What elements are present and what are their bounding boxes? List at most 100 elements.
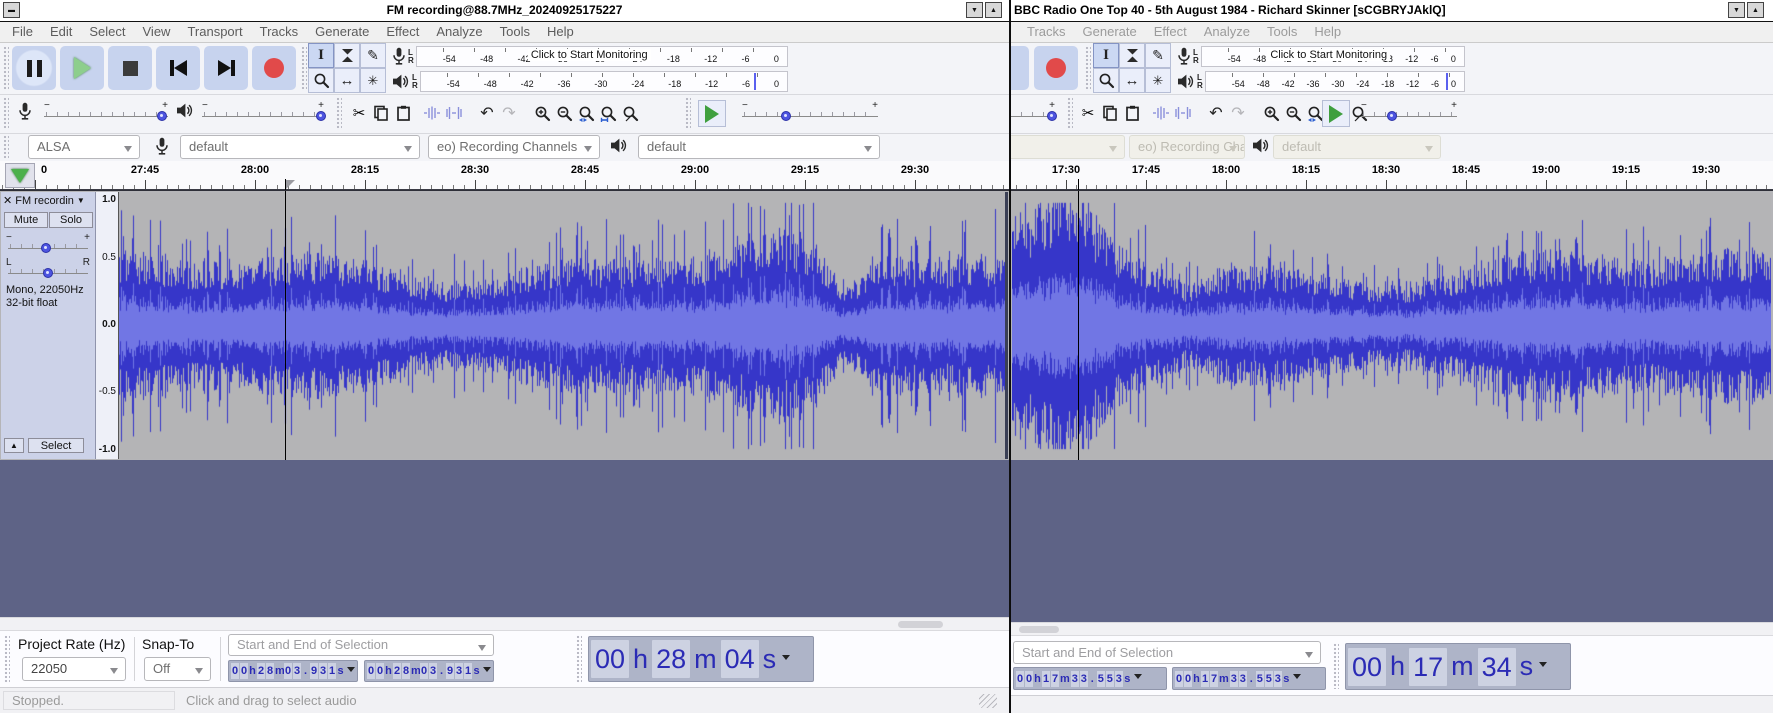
selection-end-field[interactable]: 00h17m33.553s bbox=[1172, 667, 1326, 690]
audio-host-dropdown[interactable]: ALSA bbox=[28, 135, 140, 159]
menu-item-transport[interactable]: Transport bbox=[187, 22, 242, 42]
selection-format-dropdown[interactable]: Start and End of Selection bbox=[1013, 641, 1321, 664]
cut-button[interactable]: ✂ bbox=[1077, 102, 1099, 124]
toolbar-grabber[interactable] bbox=[336, 97, 342, 130]
record-button[interactable] bbox=[252, 46, 296, 90]
toolbar-grabber[interactable] bbox=[1067, 97, 1073, 130]
toolbar-grabber[interactable] bbox=[1333, 643, 1339, 689]
vertical-scale-ruler[interactable]: 1.0 0.5 0.0 -0.5 -1.0 bbox=[96, 192, 119, 459]
time-digit[interactable]: 7 bbox=[1210, 670, 1218, 687]
time-digit[interactable]: 3 bbox=[455, 663, 463, 679]
empty-track-space-right[interactable] bbox=[1009, 460, 1773, 622]
time-digit[interactable]: 1 bbox=[1042, 670, 1050, 687]
toolbar-grabber[interactable] bbox=[4, 635, 10, 683]
time-digit[interactable]: 5 bbox=[1255, 670, 1264, 687]
undo-button[interactable]: ↶ bbox=[1205, 102, 1227, 124]
time-digit[interactable]: 0 bbox=[420, 663, 428, 679]
menu-item-help[interactable]: Help bbox=[547, 22, 574, 42]
timeshift-tool-button[interactable]: ↔ bbox=[334, 68, 360, 93]
toolbar-grabber[interactable] bbox=[685, 97, 691, 130]
menu-item-analyze[interactable]: Analyze bbox=[436, 22, 482, 42]
menu-item-edit[interactable]: Edit bbox=[50, 22, 72, 42]
slider-thumb[interactable] bbox=[315, 111, 326, 121]
time-digit[interactable]: 9 bbox=[310, 663, 318, 679]
time-format-chevron-icon[interactable] bbox=[1133, 674, 1142, 683]
menu-item-view[interactable]: View bbox=[143, 22, 171, 42]
stop-button[interactable] bbox=[108, 46, 152, 90]
time-format-chevron-icon[interactable] bbox=[483, 666, 491, 676]
monitor-label[interactable]: Click to Start Monitoring bbox=[1267, 49, 1391, 61]
menu-item-tools[interactable]: Tools bbox=[500, 22, 530, 42]
time-digit[interactable]: 8 bbox=[402, 663, 410, 679]
timeline-ruler-right[interactable]: 17:30 17:45 18:00 18:15 18:30 18:45 19:00 19:15… bbox=[1009, 161, 1773, 190]
menu-item-tracks[interactable]: Tracks bbox=[260, 22, 299, 42]
menu-item-analyze[interactable]: Analyze bbox=[1204, 22, 1250, 42]
time-format-chevron-icon[interactable] bbox=[1292, 674, 1301, 683]
toolbar-grabber[interactable] bbox=[301, 46, 307, 91]
playback-volume-slider[interactable]: − + bbox=[200, 101, 326, 122]
time-digit-group[interactable]: 00 bbox=[591, 640, 630, 678]
time-digit[interactable]: 0 bbox=[1175, 670, 1183, 687]
titlebar-right[interactable]: BBC Radio One Top 40 - 5th August 1984 -… bbox=[1009, 0, 1773, 22]
zoom-tool-button[interactable] bbox=[308, 68, 334, 93]
playback-speed-slider[interactable]: − + bbox=[740, 101, 880, 122]
menu-item-generate[interactable]: Generate bbox=[1083, 22, 1137, 42]
time-digit-group[interactable]: 17 bbox=[1409, 647, 1448, 686]
scrollbar-thumb[interactable] bbox=[1019, 626, 1059, 633]
track-name[interactable]: FM recordin bbox=[15, 195, 74, 207]
paste-button[interactable] bbox=[392, 102, 414, 124]
window-resize-grip[interactable] bbox=[979, 694, 997, 708]
time-digit[interactable]: 7 bbox=[1051, 670, 1059, 687]
redo-button[interactable]: ↷ bbox=[498, 102, 520, 124]
toolbar-grabber[interactable] bbox=[3, 97, 9, 130]
time-format-chevron-icon[interactable] bbox=[347, 666, 355, 676]
solo-button[interactable]: Solo bbox=[49, 212, 93, 228]
menu-item-effect[interactable]: Effect bbox=[1154, 22, 1187, 42]
time-digit[interactable]: 2 bbox=[393, 663, 401, 679]
zoom-out-button[interactable] bbox=[1282, 102, 1304, 124]
slider-thumb[interactable] bbox=[781, 111, 792, 121]
paste-button[interactable] bbox=[1121, 102, 1143, 124]
time-digit[interactable]: 0 bbox=[1016, 670, 1024, 687]
playback-meter[interactable]: LR -54 -48 -42 -36 -30 -24 -18 -12 -6 0 bbox=[1177, 70, 1465, 93]
recording-meter[interactable]: LR Click to Start Monitoring -54-48-42-3… bbox=[1177, 45, 1465, 68]
zoom-in-button[interactable] bbox=[531, 102, 553, 124]
time-digit[interactable]: 0 bbox=[367, 663, 375, 679]
time-digit[interactable]: 0 bbox=[1184, 670, 1192, 687]
zoom-fit-button[interactable] bbox=[597, 102, 619, 124]
track-gain-slider[interactable]: − + bbox=[6, 233, 90, 254]
menu-item-generate[interactable]: Generate bbox=[315, 22, 369, 42]
horizontal-scrollbar-left[interactable] bbox=[0, 617, 1009, 630]
timeline-pin-button[interactable] bbox=[5, 163, 35, 188]
snap-to-dropdown[interactable]: Off bbox=[144, 657, 211, 681]
time-digit[interactable]: 9 bbox=[446, 663, 454, 679]
selection-tool-button[interactable]: I bbox=[1093, 43, 1119, 68]
slider-thumb[interactable] bbox=[43, 268, 53, 278]
audio-position-counter[interactable]: 00 h 17 m 34 s bbox=[1345, 643, 1571, 690]
timeshift-tool-button[interactable]: ↔ bbox=[1119, 68, 1145, 93]
trim-audio-button[interactable] bbox=[1150, 102, 1172, 124]
selection-start-field[interactable]: 00h17m33.553s bbox=[1013, 667, 1167, 690]
menu-item-tools[interactable]: Tools bbox=[1267, 22, 1297, 42]
time-digit[interactable]: 0 bbox=[1025, 670, 1033, 687]
redo-button[interactable]: ↷ bbox=[1227, 102, 1249, 124]
recording-channels-dropdown[interactable]: eo) Recording Channels bbox=[428, 135, 600, 159]
empty-track-space-left[interactable] bbox=[0, 460, 1009, 617]
track-menu-chevron-icon[interactable]: ▼ bbox=[77, 196, 85, 205]
skip-to-start-button[interactable] bbox=[156, 46, 200, 90]
scrollbar-thumb[interactable] bbox=[898, 621, 943, 628]
multi-tool-button[interactable]: ✳ bbox=[1145, 68, 1171, 93]
slider-thumb[interactable] bbox=[1046, 111, 1057, 121]
time-digit-group[interactable]: 00 bbox=[1348, 647, 1387, 686]
time-digit[interactable]: 1 bbox=[1201, 670, 1209, 687]
zoom-in-button[interactable] bbox=[1260, 102, 1282, 124]
play-at-speed-button[interactable] bbox=[698, 100, 726, 127]
time-digit[interactable]: 3 bbox=[319, 663, 327, 679]
horizontal-scrollbar-right[interactable] bbox=[1009, 622, 1773, 635]
play-button[interactable] bbox=[60, 46, 104, 90]
zoom-out-button[interactable] bbox=[553, 102, 575, 124]
zoom-toggle-button[interactable] bbox=[619, 102, 641, 124]
undo-button[interactable]: ↶ bbox=[476, 102, 498, 124]
copy-button[interactable] bbox=[370, 102, 392, 124]
record-button[interactable] bbox=[1034, 46, 1078, 90]
